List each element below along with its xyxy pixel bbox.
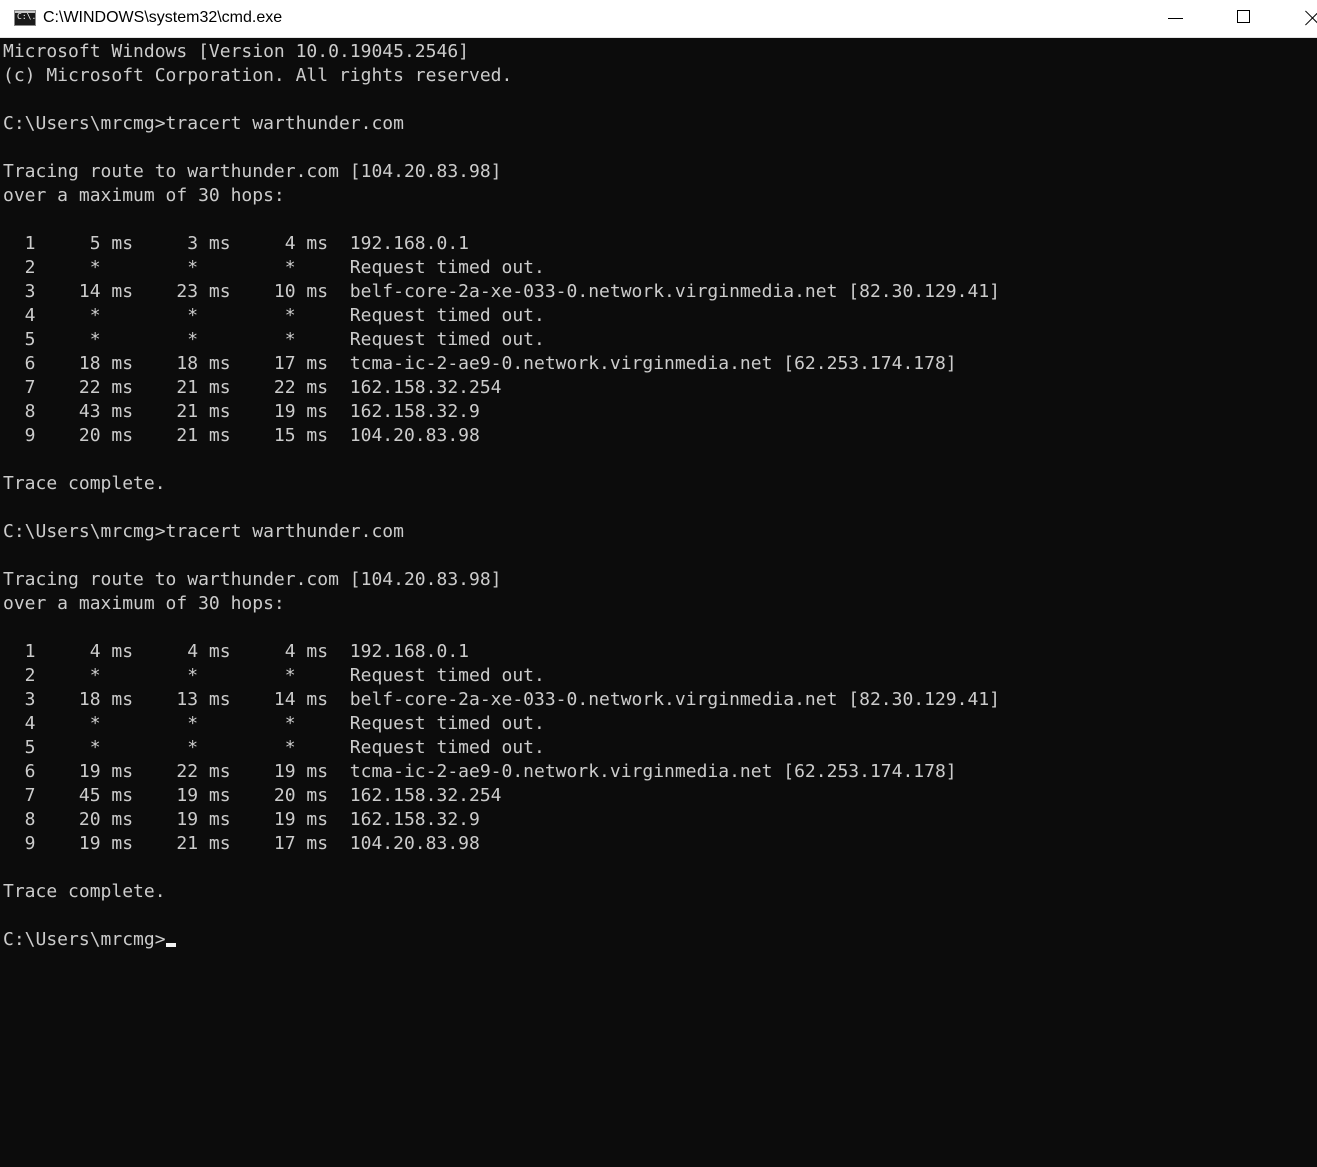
console-output[interactable]: Microsoft Windows [Version 10.0.19045.25… — [3, 40, 1317, 1167]
console-line: C:\Users\mrcmg>tracert warthunder.com — [3, 521, 404, 542]
console-line: 3 18 ms 13 ms 14 ms belf-core-2a-xe-033-… — [3, 689, 1000, 710]
close-icon — [1304, 9, 1317, 27]
console-line: 9 19 ms 21 ms 17 ms 104.20.83.98 — [3, 833, 480, 854]
console-line: 2 * * * Request timed out. — [3, 665, 545, 686]
cmd-window: C:\. C:\WINDOWS\system32\cmd.exe Microso… — [0, 0, 1317, 1167]
console-line: 6 18 ms 18 ms 17 ms tcma-ic-2-ae9-0.netw… — [3, 353, 957, 374]
window-title: C:\WINDOWS\system32\cmd.exe — [43, 9, 283, 26]
close-button[interactable] — [1290, 0, 1317, 38]
maximize-icon — [1237, 10, 1250, 23]
minimize-icon — [1168, 18, 1183, 19]
console-line: 1 5 ms 3 ms 4 ms 192.168.0.1 — [3, 233, 469, 254]
title-bar[interactable]: C:\. C:\WINDOWS\system32\cmd.exe — [0, 0, 1317, 38]
console-line: 8 43 ms 21 ms 19 ms 162.158.32.9 — [3, 401, 480, 422]
console-line: C:\Users\mrcmg>tracert warthunder.com — [3, 113, 404, 134]
cmd-icon[interactable]: C:\. — [14, 10, 36, 26]
console-line: 8 20 ms 19 ms 19 ms 162.158.32.9 — [3, 809, 480, 830]
console-line: Trace complete. — [3, 473, 166, 494]
console-line: 1 4 ms 4 ms 4 ms 192.168.0.1 — [3, 641, 469, 662]
console-line: (c) Microsoft Corporation. All rights re… — [3, 65, 513, 86]
prompt-text: C:\Users\mrcmg> — [3, 929, 166, 950]
console-line: 7 45 ms 19 ms 20 ms 162.158.32.254 — [3, 785, 502, 806]
console-line: 2 * * * Request timed out. — [3, 257, 545, 278]
console-line: 4 * * * Request timed out. — [3, 305, 545, 326]
console-line: 7 22 ms 21 ms 22 ms 162.158.32.254 — [3, 377, 502, 398]
console-line: 5 * * * Request timed out. — [3, 737, 545, 758]
console-line: 9 20 ms 21 ms 15 ms 104.20.83.98 — [3, 425, 480, 446]
prompt-line[interactable]: C:\Users\mrcmg> — [3, 928, 1317, 952]
console-line: 6 19 ms 22 ms 19 ms tcma-ic-2-ae9-0.netw… — [3, 761, 957, 782]
console-line: over a maximum of 30 hops: — [3, 593, 285, 614]
console-line: Tracing route to warthunder.com [104.20.… — [3, 569, 502, 590]
text-cursor — [165, 943, 176, 947]
console-line: 5 * * * Request timed out. — [3, 329, 545, 350]
minimize-button[interactable] — [1152, 0, 1198, 38]
maximize-button[interactable] — [1221, 0, 1267, 38]
console-line: Microsoft Windows [Version 10.0.19045.25… — [3, 41, 469, 62]
console-line: over a maximum of 30 hops: — [3, 185, 285, 206]
console-line: Trace complete. — [3, 881, 166, 902]
console-line: 4 * * * Request timed out. — [3, 713, 545, 734]
console-line: 3 14 ms 23 ms 10 ms belf-core-2a-xe-033-… — [3, 281, 1000, 302]
console-line: Tracing route to warthunder.com [104.20.… — [3, 161, 502, 182]
